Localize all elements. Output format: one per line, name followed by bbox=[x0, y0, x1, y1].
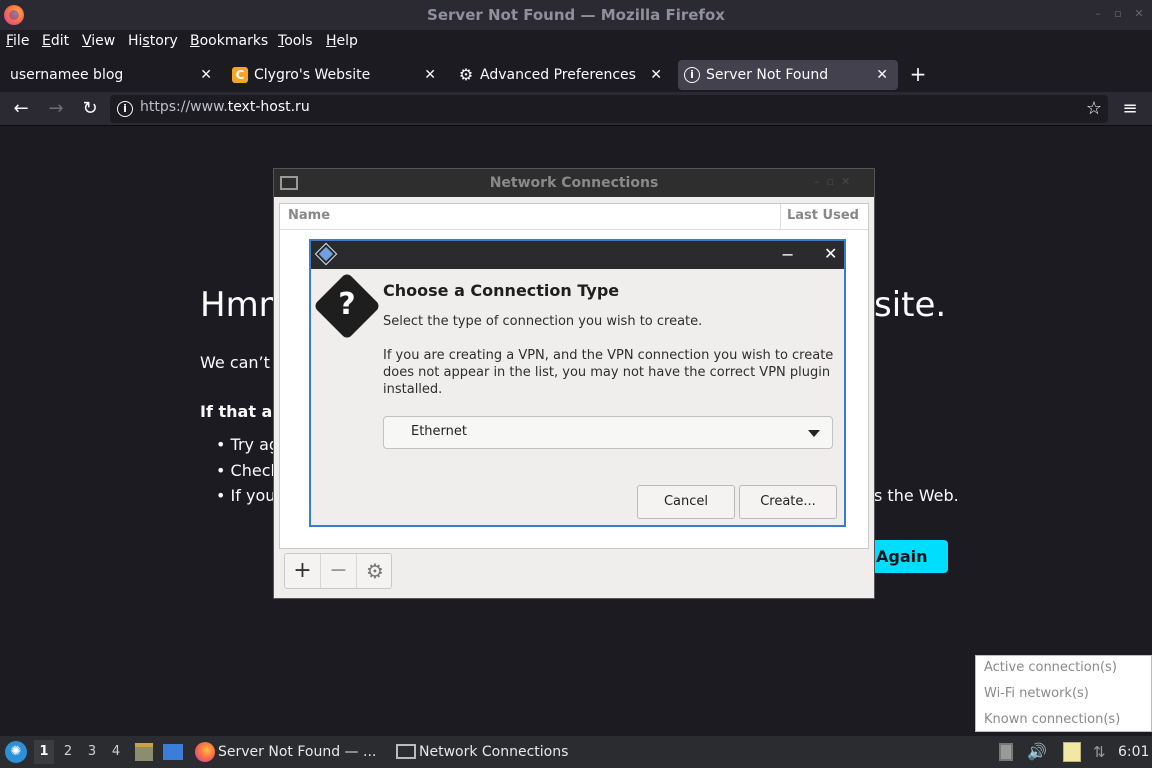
gear-icon: ⚙ bbox=[458, 65, 474, 84]
tab-close-icon[interactable]: ✕ bbox=[200, 60, 212, 90]
selected-connection-type: Ethernet bbox=[411, 424, 467, 439]
vpn-note: If you are creating a VPN, and the VPN c… bbox=[383, 348, 834, 397]
minimize-icon[interactable]: − bbox=[781, 245, 794, 264]
firefox-logo-icon bbox=[4, 5, 24, 25]
menu-item-active-connections[interactable]: Active connection(s) bbox=[984, 660, 1117, 675]
info-icon: i bbox=[684, 67, 700, 83]
workspace-4[interactable]: 4 bbox=[108, 744, 124, 759]
file-manager-icon[interactable] bbox=[135, 743, 153, 761]
choose-connection-type-dialog: − ✕ ? Choose a Connection Type Select th… bbox=[309, 239, 846, 527]
bullet-3: • If you bbox=[216, 486, 276, 505]
url-text: https://www.text-host.ru bbox=[140, 99, 310, 115]
menubar: File Edit View History Bookmarks Tools H… bbox=[0, 30, 1152, 54]
connection-type-select[interactable]: Ethernet bbox=[383, 416, 833, 449]
desktop-icon[interactable] bbox=[163, 744, 183, 760]
reload-icon[interactable]: ↻ bbox=[79, 98, 101, 120]
column-name[interactable]: Name bbox=[288, 208, 330, 223]
error-bold: If that ad bbox=[200, 402, 284, 421]
workspace-1[interactable]: 1 bbox=[36, 744, 52, 759]
connections-toolbar: + − ⚙ bbox=[284, 553, 392, 589]
dialog-subtitle: Select the type of connection you wish t… bbox=[383, 314, 703, 329]
cancel-button[interactable]: Cancel bbox=[637, 485, 735, 519]
settings-gear-icon[interactable]: ⚙ bbox=[357, 554, 393, 588]
error-heading-right: site. bbox=[874, 285, 947, 325]
error-line: We can’t c bbox=[200, 353, 284, 372]
maximize-icon[interactable]: ▫ bbox=[1112, 8, 1124, 20]
info-icon[interactable]: i bbox=[117, 101, 133, 117]
network-task-icon bbox=[396, 744, 416, 759]
task-firefox[interactable]: Server Not Found — ... bbox=[218, 740, 376, 764]
menu-bookmarks[interactable]: Bookmarks bbox=[190, 33, 268, 49]
bullet-1: • Try ag bbox=[216, 435, 280, 454]
menu-help[interactable]: Help bbox=[326, 33, 358, 49]
url-bar[interactable]: i https://www.text-host.ru bbox=[110, 95, 1108, 123]
close-icon[interactable]: ✕ bbox=[1133, 8, 1145, 20]
bookmark-star-icon[interactable]: ☆ bbox=[1083, 98, 1105, 120]
tab-usernamee-blog[interactable]: usernamee blog ✕ bbox=[0, 60, 222, 90]
menu-tools[interactable]: Tools bbox=[278, 33, 313, 49]
hamburger-menu-icon[interactable]: ≡ bbox=[1119, 98, 1141, 120]
forward-arrow-icon[interactable]: → bbox=[45, 98, 67, 120]
tab-bar: usernamee blog ✕ C Clygro's Website ✕ ⚙ … bbox=[0, 56, 1152, 92]
app-diamond-icon bbox=[314, 242, 338, 266]
network-icon bbox=[280, 176, 298, 190]
clipboard-icon[interactable] bbox=[1063, 742, 1081, 762]
network-applet-menu: Active connection(s) Wi-Fi network(s) Kn… bbox=[975, 655, 1152, 732]
volume-icon[interactable]: 🔊 bbox=[1027, 742, 1047, 762]
tab-server-not-found[interactable]: i Server Not Found ✕ bbox=[678, 60, 898, 90]
column-divider bbox=[780, 204, 781, 229]
site-icon: C bbox=[232, 67, 248, 83]
window-title: Server Not Found — Mozilla Firefox bbox=[427, 6, 725, 24]
workspace-2[interactable]: 2 bbox=[60, 744, 76, 759]
battery-icon[interactable] bbox=[999, 743, 1013, 761]
tab-close-icon[interactable]: ✕ bbox=[424, 60, 436, 90]
question-mark-icon: ? bbox=[338, 287, 356, 322]
menu-edit[interactable]: Edit bbox=[42, 33, 69, 49]
network-tray-icon[interactable]: ⇅ bbox=[1093, 742, 1111, 762]
dialog-heading: Choose a Connection Type bbox=[383, 281, 620, 300]
tab-close-icon[interactable]: ✕ bbox=[876, 60, 888, 90]
navigation-bar: ← → ↻ i https://www.text-host.ru ☆ ≡ bbox=[0, 92, 1152, 126]
list-header: Name Last Used bbox=[280, 204, 868, 230]
clock[interactable]: 6:01 bbox=[1118, 744, 1149, 760]
menu-item-wifi-networks[interactable]: Wi-Fi network(s) bbox=[984, 686, 1089, 701]
window-controls-icon[interactable]: – ▫ ✕ bbox=[814, 175, 850, 188]
close-icon[interactable]: ✕ bbox=[824, 244, 837, 263]
bullet-3-end: s the Web. bbox=[874, 486, 959, 505]
start-menu-icon[interactable]: ✺ bbox=[5, 741, 27, 763]
tab-close-icon[interactable]: ✕ bbox=[650, 60, 662, 90]
new-tab-icon[interactable]: + bbox=[908, 62, 928, 86]
taskbar: ✺ 1 2 3 4 Server Not Found — ... Network… bbox=[0, 736, 1152, 768]
back-arrow-icon[interactable]: ← bbox=[10, 98, 32, 120]
menu-view[interactable]: View bbox=[82, 33, 115, 49]
menu-file[interactable]: File bbox=[6, 33, 29, 49]
workspace-3[interactable]: 3 bbox=[84, 744, 100, 759]
add-connection-button[interactable]: + bbox=[285, 554, 321, 588]
dropdown-arrow-icon bbox=[808, 430, 820, 437]
firefox-task-icon bbox=[195, 742, 215, 762]
network-connections-titlebar: Network Connections bbox=[274, 169, 874, 197]
task-network-connections[interactable]: Network Connections bbox=[419, 740, 568, 764]
menu-history[interactable]: History bbox=[128, 33, 178, 49]
window-titlebar: Server Not Found — Mozilla Firefox bbox=[0, 0, 1152, 30]
minimize-icon[interactable]: – bbox=[1092, 8, 1104, 20]
tab-clygro-website[interactable]: C Clygro's Website ✕ bbox=[226, 60, 446, 90]
create-button[interactable]: Create... bbox=[739, 485, 837, 519]
tab-advanced-preferences[interactable]: ⚙ Advanced Preferences ✕ bbox=[452, 60, 672, 90]
column-last-used[interactable]: Last Used bbox=[787, 208, 859, 223]
try-again-button[interactable]: Again bbox=[866, 540, 948, 573]
remove-connection-button[interactable]: − bbox=[321, 554, 357, 588]
bullet-2: • Check bbox=[216, 461, 280, 480]
menu-item-known-connections[interactable]: Known connection(s) bbox=[984, 712, 1120, 727]
dialog-titlebar: − ✕ bbox=[311, 241, 844, 269]
